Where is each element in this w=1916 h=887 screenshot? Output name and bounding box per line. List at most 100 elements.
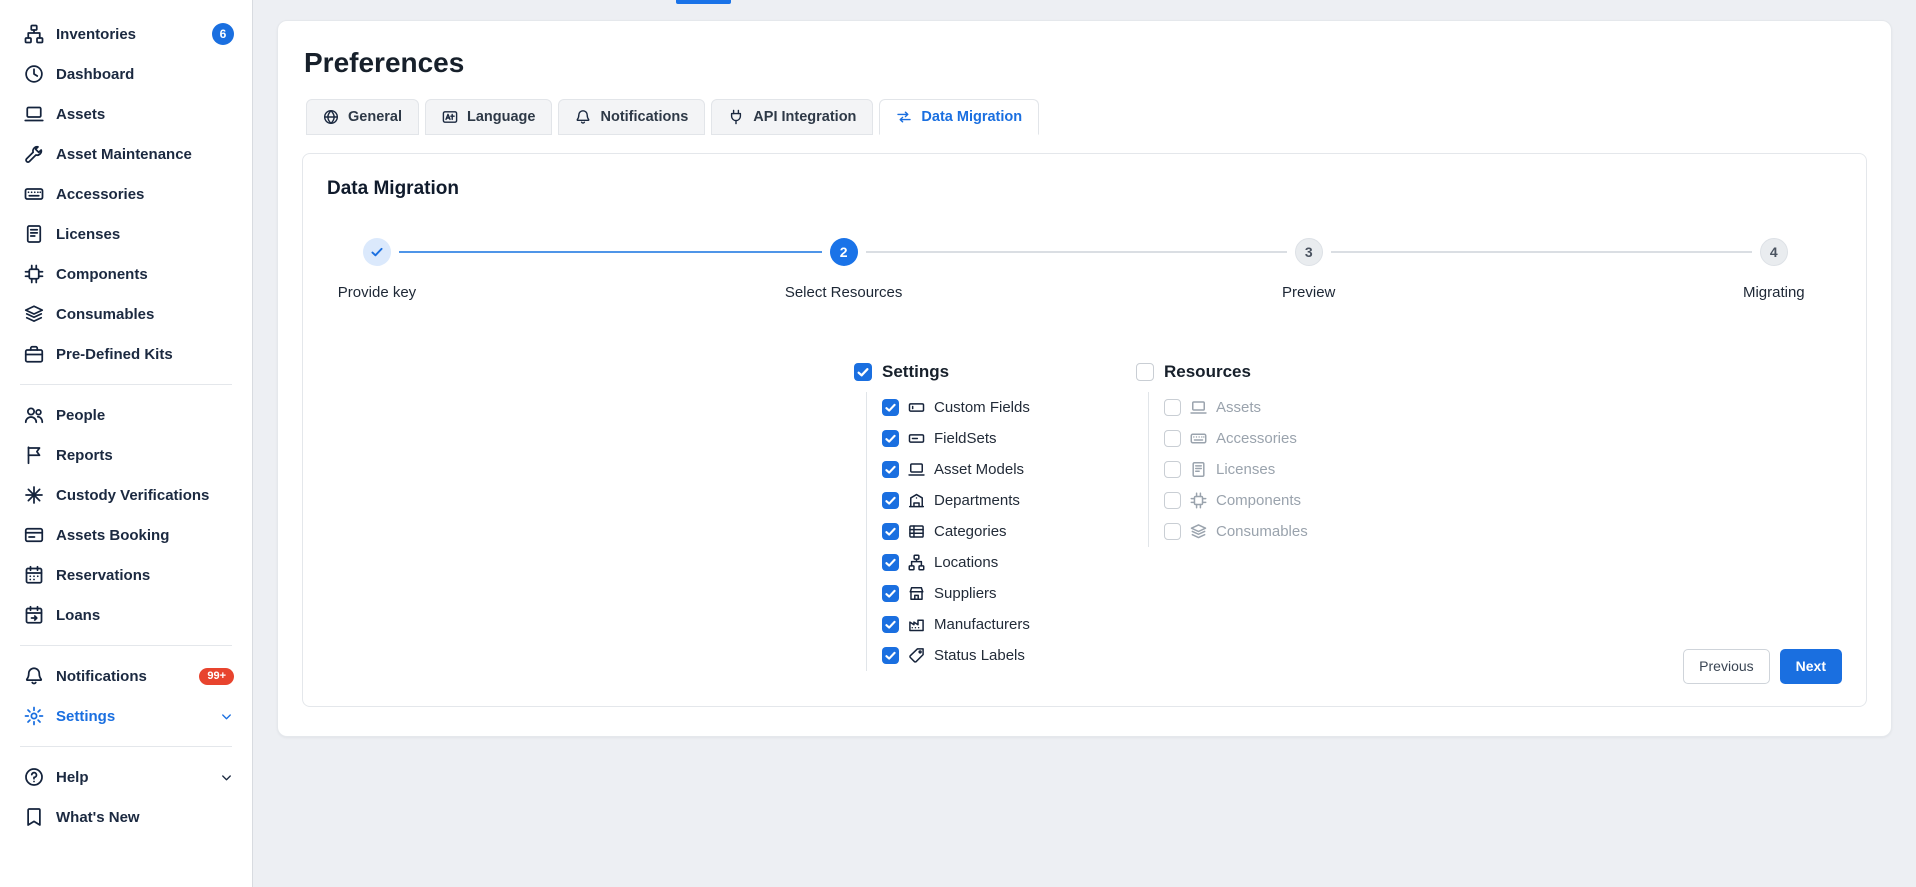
sidebar-item-label: Inventories [56,26,136,43]
sidebar-item-asset-maintenance[interactable]: Asset Maintenance [0,134,252,174]
sidebar-item-label: Consumables [56,306,154,323]
sidebar-item-reservations[interactable]: Reservations [0,555,252,595]
item-label: Licenses [1216,461,1275,478]
checkbox-asset-models[interactable] [882,461,899,478]
tab-language[interactable]: Language [425,99,552,135]
list-item-fieldsets: FieldSets [882,423,1136,454]
checkbox-resources[interactable] [1136,363,1154,381]
checkbox-consumables[interactable] [1164,523,1181,540]
item-label: Consumables [1216,523,1308,540]
sub-list-settings: Custom FieldsFieldSets Asset Models Depart… [866,392,1136,671]
tab-general[interactable]: General [306,99,419,135]
sidebar-item-inventories[interactable]: Inventories6 [0,14,252,54]
sidebar-item-help[interactable]: Help [0,757,252,797]
list-item-custom-fields: Custom Fields [882,392,1136,423]
list-item-consumables: Consumables [1164,516,1418,547]
layers-icon [1190,523,1207,540]
sidebar-item-licenses[interactable]: Licenses [0,214,252,254]
calendar-arrow-icon [24,605,44,625]
previous-button[interactable]: Previous [1683,649,1769,684]
sidebar-item-label: People [56,407,105,424]
sub-list-resources: AssetsAccessoriesLicensesComponentsConsu… [1148,392,1418,547]
bell-icon [575,109,591,125]
sidebar-item-label: Reservations [56,567,150,584]
sidebar-item-settings[interactable]: Settings [0,696,252,736]
sidebar-item-dashboard[interactable]: Dashboard [0,54,252,94]
sidebar-item-components[interactable]: Components [0,254,252,294]
group-head-settings: Settings [854,362,1136,382]
list-item-departments: Departments [882,485,1136,516]
sidebar-divider [20,645,232,646]
list-item-suppliers: Suppliers [882,578,1136,609]
sidebar-item-pre-defined-kits[interactable]: Pre-Defined Kits [0,334,252,374]
panel-heading: Data Migration [327,178,1842,200]
checkbox-locations[interactable] [882,554,899,571]
step-circle-preview[interactable]: 3 [1295,238,1323,266]
checkbox-custom-fields[interactable] [882,399,899,416]
dashboard-icon [24,64,44,84]
checkbox-assets[interactable] [1164,399,1181,416]
sidebar-item-assets[interactable]: Assets [0,94,252,134]
item-label: Accessories [1216,430,1297,447]
checkbox-manufacturers[interactable] [882,616,899,633]
sidebar-item-notifications[interactable]: Notifications99+ [0,656,252,696]
checkbox-fieldsets[interactable] [882,430,899,447]
step-label-preview: Preview [1282,284,1335,301]
tab-data-migration[interactable]: Data Migration [879,99,1039,135]
sidebar-item-consumables[interactable]: Consumables [0,294,252,334]
group-label: Settings [882,362,949,382]
item-label: Status Labels [934,647,1025,664]
next-button[interactable]: Next [1780,649,1842,684]
chevron-down-icon [219,709,234,724]
sidebar-item-custody-verifications[interactable]: Custody Verifications [0,475,252,515]
sidebar-item-what-s-new[interactable]: What's New [0,797,252,837]
item-label: Departments [934,492,1020,509]
checkbox-accessories[interactable] [1164,430,1181,447]
sidebar-item-assets-booking[interactable]: Assets Booking [0,515,252,555]
step-check-icon[interactable] [363,238,391,266]
sidebar-item-loans[interactable]: Loans [0,595,252,635]
checkbox-licenses[interactable] [1164,461,1181,478]
sidebar-item-label: Reports [56,447,113,464]
sidebar-item-label: Licenses [56,226,120,243]
item-label: Components [1216,492,1301,509]
layers-icon [24,304,44,324]
chip-icon [24,264,44,284]
migration-icon [896,109,912,125]
step-circle-select-resources[interactable]: 2 [830,238,858,266]
laptop-icon [908,461,925,478]
checkbox-categories[interactable] [882,523,899,540]
sidebar-item-reports[interactable]: Reports [0,435,252,475]
sidebar-item-label: Assets [56,106,105,123]
step-connector [866,251,1287,253]
license-icon [24,224,44,244]
preferences-tabs: GeneralLanguageNotificationsAPI Integrat… [302,99,1867,135]
tab-notifications[interactable]: Notifications [558,99,705,135]
data-migration-panel: Data Migration Provide key2Select Resour… [302,153,1867,707]
calendar-icon [24,565,44,585]
sidebar-group: Inventories6 Dashboard Assets Asset Mainten… [0,14,252,374]
sidebar-item-accessories[interactable]: Accessories [0,174,252,214]
checkbox-status-labels[interactable] [882,647,899,664]
item-label: Asset Models [934,461,1024,478]
sidebar: Inventories6 Dashboard Assets Asset Mainten… [0,0,253,887]
language-icon [442,109,458,125]
sidebar-item-label: Dashboard [56,66,134,83]
list-item-components: Components [1164,485,1418,516]
step-connector [1331,251,1752,253]
top-accent-bar [676,0,731,4]
step-label-migrating: Migrating [1743,284,1805,301]
wrench-icon [24,144,44,164]
asterisk-icon [24,485,44,505]
checkbox-settings[interactable] [854,363,872,381]
checkbox-departments[interactable] [882,492,899,509]
list-item-asset-models: Asset Models [882,454,1136,485]
tab-label: Data Migration [921,109,1022,125]
sidebar-group: Help What's New [0,757,252,837]
checkbox-components[interactable] [1164,492,1181,509]
step-circle-migrating[interactable]: 4 [1760,238,1788,266]
sidebar-item-label: What's New [56,809,140,826]
tab-api-integration[interactable]: API Integration [711,99,873,135]
sidebar-item-people[interactable]: People [0,395,252,435]
checkbox-suppliers[interactable] [882,585,899,602]
